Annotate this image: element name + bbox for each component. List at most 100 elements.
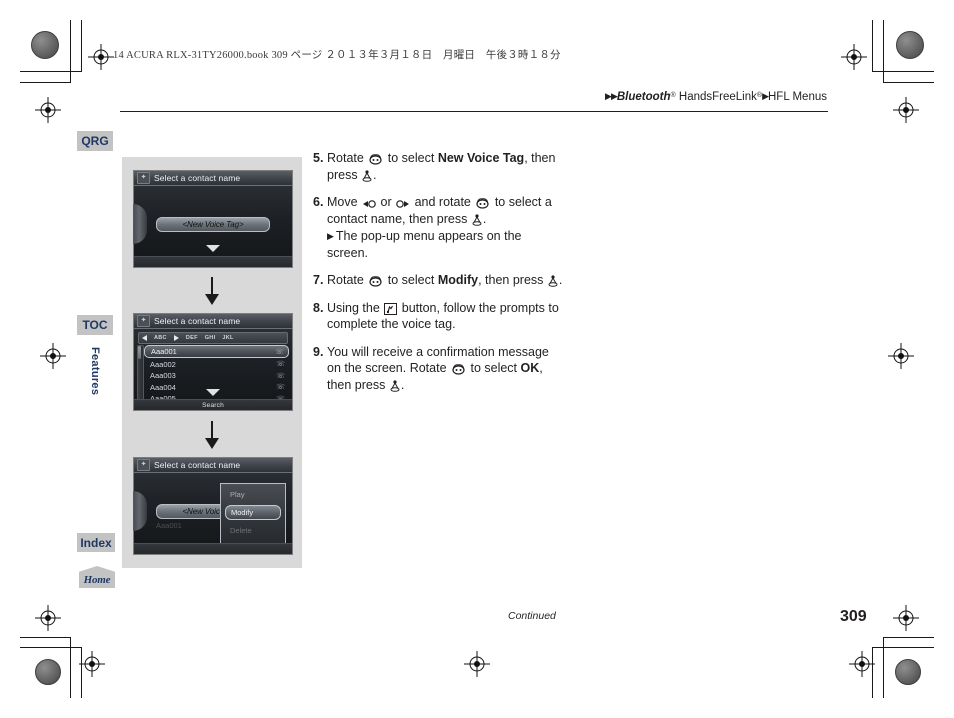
- chevron-down-icon[interactable]: [206, 389, 220, 396]
- step-8: 8. Using the button, follow the prompts …: [313, 300, 563, 333]
- step-6: 6. Move or and rotate to select a contac…: [313, 194, 563, 261]
- phone-icon: ☏: [276, 372, 285, 380]
- step-6-note: ▶ The pop-up menu appears on the screen.: [327, 228, 563, 261]
- step-text: Move or and rotate to select a contact n…: [327, 194, 563, 261]
- joystick-right-icon: [396, 199, 410, 209]
- registration-mark-right: [888, 343, 914, 369]
- breadcrumb-arrow-1: ▶▶: [605, 91, 618, 101]
- step-number: 7.: [313, 273, 324, 287]
- step-text: Rotate to select Modify, then press .: [327, 273, 563, 287]
- screen-body: <New Voice Tag> Aaa001 Play Modify Delet…: [133, 473, 292, 554]
- screen-title: Select a contact name: [154, 316, 241, 326]
- step-text: Rotate to select New Voice Tag, then pre…: [327, 151, 556, 182]
- sidebar-tab-qrg[interactable]: QRG: [77, 131, 113, 151]
- bluetooth-icon: ✦: [137, 172, 150, 184]
- step-7: 7. Rotate to select Modify, then press .: [313, 272, 563, 289]
- screen-title: Select a contact name: [154, 460, 241, 470]
- breadcrumb: ▶▶Bluetooth® HandsFreeLink®▶HFL Menus: [605, 91, 827, 103]
- home-button[interactable]: Home: [79, 566, 115, 588]
- flow-arrow-1: [197, 276, 227, 306]
- registration-mark-icon: [893, 605, 919, 631]
- onscreen-knob-indicator: [133, 491, 147, 531]
- step-text: Using the button, follow the prompts to …: [327, 300, 559, 332]
- talk-button-icon: [384, 302, 398, 315]
- sidebar-tab-qrg-label: QRG: [81, 134, 109, 148]
- screenshot-new-voice-tag: ✦ Select a contact name <New Voice Tag>: [133, 170, 293, 268]
- step-6-note-text: The pop-up menu appears on the screen.: [327, 229, 522, 260]
- screen-bottom-bar: [134, 256, 292, 267]
- chevron-down-icon[interactable]: [206, 245, 220, 252]
- flow-arrow-2: [197, 420, 227, 450]
- step-9: 9. You will receive a confirmation messa…: [313, 344, 563, 394]
- alpha-tab-ghi[interactable]: GHI: [205, 335, 216, 341]
- popup-menu-item-play[interactable]: Play: [225, 488, 281, 501]
- sidebar-tab-toc[interactable]: TOC: [77, 315, 113, 335]
- page-number: 309: [840, 608, 867, 625]
- registration-mark-bottom-center: [464, 651, 490, 677]
- sidebar-section-features[interactable]: Features: [86, 341, 104, 401]
- registration-mark-left: [40, 343, 66, 369]
- rotary-knob-icon: [475, 197, 490, 209]
- popup-menu-item-delete[interactable]: Delete: [225, 524, 281, 537]
- arrow-left-icon[interactable]: [142, 335, 147, 341]
- alpha-tab-jkl[interactable]: JKL: [222, 335, 233, 341]
- breadcrumb-current-page: HFL Menus: [767, 91, 827, 103]
- sidebar-tab-index-label: Index: [80, 535, 112, 550]
- scrollbar-thumb[interactable]: [138, 346, 141, 359]
- halftone-dot-icon: [31, 31, 59, 59]
- step-number: 6.: [313, 195, 324, 209]
- manual-page: 14 ACURA RLX-31TY26000.book 309 ページ ２０１３…: [0, 0, 954, 718]
- enter-button-icon: [472, 213, 482, 226]
- arrow-right-icon[interactable]: [173, 335, 179, 341]
- enter-button-icon: [548, 275, 558, 287]
- rotary-knob-icon: [368, 153, 383, 165]
- continued-label: Continued: [508, 610, 556, 622]
- contact-name: Aaa001: [151, 347, 177, 356]
- list-item[interactable]: Aaa003 ☏: [144, 370, 289, 381]
- triangle-bullet-icon: ▶: [327, 231, 334, 241]
- screen-body: ABC DEF GHI JKL Aaa001 ☏ Aaa002 ☏ Aaa003: [134, 329, 292, 410]
- step-emphasis: Modify: [437, 273, 479, 287]
- sidebar-tab-index[interactable]: Index: [77, 533, 115, 552]
- bluetooth-icon: ✦: [137, 459, 150, 471]
- instruction-steps: 5. Rotate to select New Voice Tag, then …: [313, 150, 563, 404]
- screenshot-contact-list: ✦ Select a contact name ABC DEF GHI JKL …: [133, 313, 293, 411]
- search-button[interactable]: Search: [134, 400, 292, 410]
- halftone-dot-icon: [895, 659, 921, 685]
- list-item[interactable]: Aaa001 ☏: [144, 345, 289, 358]
- step-emphasis: New Voice Tag: [437, 151, 525, 165]
- header-divider: [120, 111, 828, 112]
- registration-mark-icon: [841, 44, 867, 70]
- alphabet-tab-bar[interactable]: ABC DEF GHI JKL: [138, 332, 288, 344]
- popup-menu: Play Modify Delete: [220, 483, 286, 549]
- registration-mark-icon: [35, 97, 61, 123]
- registration-mark-icon: [88, 44, 114, 70]
- file-info-line: 14 ACURA RLX-31TY26000.book 309 ページ ２０１３…: [113, 50, 561, 61]
- onscreen-knob-indicator: [133, 204, 147, 244]
- breadcrumb-section: Bluetooth: [616, 91, 671, 103]
- alpha-tab-abc[interactable]: ABC: [154, 335, 167, 341]
- phone-icon: ☏: [276, 361, 285, 368]
- phone-icon: ☏: [276, 384, 285, 391]
- screenshot-popup-menu: ✦ Select a contact name <New Voice Tag> …: [133, 457, 293, 555]
- step-text: You will receive a confirmation message …: [327, 344, 549, 392]
- screen-bottom-bar: [134, 543, 292, 554]
- enter-button-icon: [362, 169, 372, 182]
- search-button-label: Search: [202, 401, 224, 409]
- joystick-left-icon: [362, 199, 376, 209]
- contact-name: Aaa002: [150, 359, 176, 369]
- alpha-tab-def[interactable]: DEF: [186, 335, 198, 341]
- screen-title-bar: ✦ Select a contact name: [134, 171, 292, 186]
- phone-icon: ☏: [275, 348, 284, 356]
- halftone-dot-icon: [35, 659, 61, 685]
- contact-name: Aaa004: [150, 382, 176, 392]
- list-item-new-voice-tag[interactable]: <New Voice Tag>: [156, 217, 270, 232]
- step-5: 5. Rotate to select New Voice Tag, then …: [313, 150, 563, 183]
- screen-body: <New Voice Tag>: [133, 186, 292, 267]
- sidebar-section-features-label: Features: [89, 346, 101, 396]
- screen-title-bar: ✦ Select a contact name: [134, 458, 292, 473]
- popup-menu-item-modify[interactable]: Modify: [225, 505, 281, 520]
- halftone-dot-icon: [896, 31, 924, 59]
- list-item[interactable]: Aaa002 ☏: [144, 359, 289, 370]
- bluetooth-icon: ✦: [137, 315, 150, 327]
